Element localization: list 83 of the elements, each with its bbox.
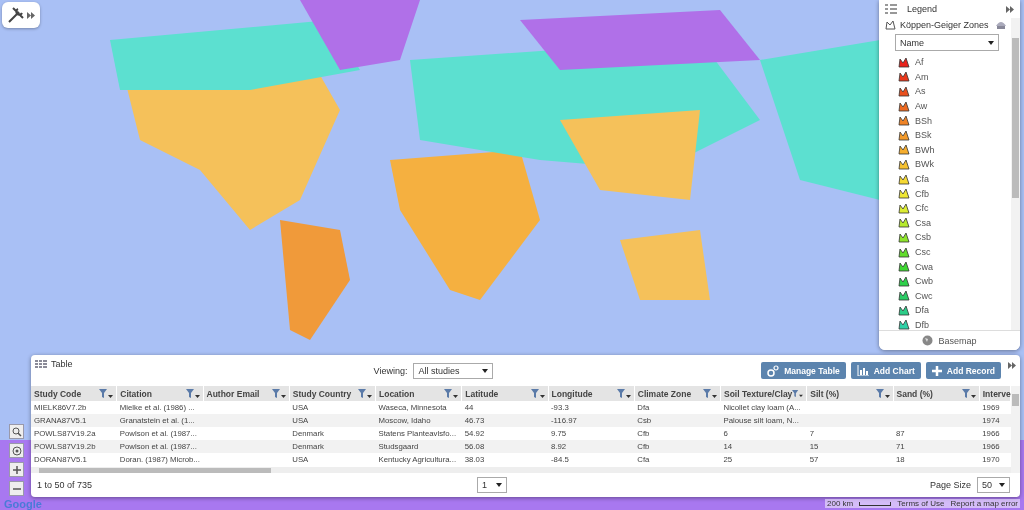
terms-link[interactable]: Terms of Use [897, 499, 945, 508]
column-header[interactable]: Author Email [203, 386, 290, 402]
zone-label: Csa [915, 217, 931, 228]
zone-label: BWh [915, 144, 935, 155]
table-title: Table [51, 359, 73, 369]
zone-label: Cfc [915, 203, 929, 214]
filter-icon[interactable] [185, 388, 200, 399]
caret-icon [999, 483, 1005, 487]
column-header[interactable]: Climate Zone [634, 386, 721, 402]
page-size-dropdown[interactable]: 50 [977, 477, 1010, 493]
plus-icon [12, 465, 21, 474]
filter-icon[interactable] [358, 388, 372, 399]
magnifier-icon [11, 426, 22, 437]
field-dropdown[interactable]: Name [895, 34, 999, 51]
gears-icon [767, 364, 780, 377]
viewing-label: Viewing: [373, 366, 408, 376]
zone-label: Cwb [915, 276, 933, 287]
map-scale: 200 km [827, 499, 854, 508]
scale-bar [859, 501, 892, 506]
list-icon [885, 4, 897, 14]
filter-icon[interactable] [961, 388, 976, 399]
column-header[interactable]: Citation [116, 386, 203, 402]
crosshair-icon [11, 445, 22, 456]
zoom-in-button[interactable] [9, 462, 24, 477]
filter-icon[interactable] [271, 388, 286, 399]
page-size-label: Page Size [929, 480, 971, 490]
basemap-button[interactable]: Basemap [879, 330, 1020, 350]
locate-button[interactable] [9, 443, 24, 458]
zoom-out-button[interactable] [9, 481, 24, 496]
zone-label: Dfa [915, 305, 929, 316]
zone-label: Csb [915, 232, 931, 243]
caret-icon [496, 483, 502, 487]
globe-icon [922, 335, 934, 346]
zone-label: As [915, 86, 926, 97]
zone-label: Dfb [915, 320, 929, 330]
wrench-screwdriver-icon [7, 6, 25, 24]
zone-label: Af [915, 57, 924, 68]
legend-title: Legend [907, 4, 939, 14]
filter-icon[interactable] [444, 388, 459, 399]
zone-label: Csc [915, 247, 931, 257]
caret-icon [482, 369, 489, 373]
column-header[interactable]: Latitude [461, 386, 548, 402]
page-dropdown[interactable]: 1 [477, 477, 507, 493]
expand-icon[interactable] [1008, 362, 1016, 369]
zoom-area-button[interactable] [9, 424, 24, 439]
collapse-icon[interactable] [1006, 5, 1014, 13]
column-header[interactable]: Interve [979, 386, 1011, 402]
column-header[interactable]: Study Code [31, 386, 117, 402]
grid-icon [35, 360, 47, 368]
zone-label: Cfb [915, 188, 929, 199]
viewing-dropdown[interactable]: All studies [413, 363, 494, 379]
column-header[interactable]: Location [375, 386, 462, 402]
bar-chart-icon [856, 365, 869, 376]
layer-name: Köppen-Geiger Zones [900, 20, 990, 30]
toolbar-button[interactable]: Add Record [925, 362, 1001, 379]
zone-label: BSk [915, 130, 932, 141]
filter-icon[interactable] [530, 388, 545, 399]
filter-icon[interactable] [875, 388, 890, 399]
zone-label: Cfa [915, 174, 929, 185]
filter-icon[interactable] [99, 388, 114, 399]
caret-icon [988, 40, 994, 45]
report-error-link[interactable]: Report a map error [950, 499, 1018, 508]
toolbar-button[interactable]: Add Chart [850, 362, 921, 379]
record-count: 1 to 50 of 735 [37, 480, 94, 490]
zone-label: BSh [915, 115, 932, 126]
polygon-icon [885, 20, 896, 30]
tools-button[interactable] [2, 2, 40, 28]
column-header[interactable]: Soil Texture/Clay [720, 386, 807, 402]
column-header[interactable]: Sand (%) [893, 386, 980, 402]
expand-icon [27, 11, 35, 19]
zone-label: Cwa [915, 261, 933, 272]
toolbar-button[interactable]: Manage Table [761, 362, 846, 379]
plus-icon [931, 365, 942, 376]
zone-label: Aw [915, 101, 928, 112]
filter-icon[interactable] [616, 388, 631, 399]
map-logo: Google [4, 497, 42, 510]
column-header[interactable]: Study Country [289, 386, 376, 402]
column-header[interactable]: Silt (%) [806, 386, 893, 402]
column-header[interactable]: Longitude [548, 386, 635, 402]
zone-label: BWk [915, 159, 934, 170]
zone-label: Am [915, 71, 929, 82]
zone-label: Cwc [915, 290, 933, 301]
filter-icon[interactable] [703, 388, 717, 399]
